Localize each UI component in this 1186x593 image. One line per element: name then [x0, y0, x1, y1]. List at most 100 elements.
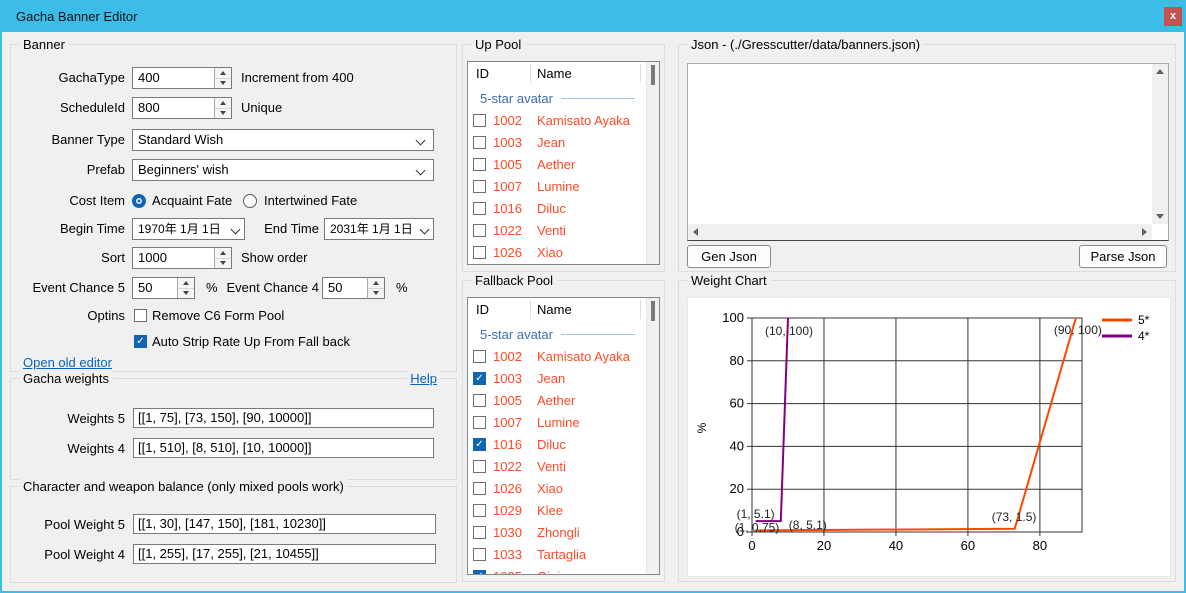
column-header-name[interactable]: Name: [537, 298, 572, 322]
pool-weight5-input[interactable]: [[1, 30], [147, 150], [181, 10230]]: [133, 514, 436, 534]
pool-item-row[interactable]: ✓1003Jean: [468, 368, 659, 390]
title-bar[interactable]: Gacha Banner Editor x: [0, 0, 1186, 32]
list-body: 1002Kamisato Ayaka1003Jean1005Aether1007…: [468, 110, 659, 264]
column-header-name[interactable]: Name: [537, 62, 572, 86]
weights5-input[interactable]: [[1, 75], [73, 150], [90, 10000]]: [133, 408, 434, 428]
scrollbar[interactable]: [646, 62, 659, 264]
item-checkbox[interactable]: [473, 136, 486, 149]
auto-strip-checkbox[interactable]: ✓: [134, 335, 147, 348]
acquaint-fate-radio[interactable]: [132, 194, 146, 208]
schedule-id-spinner[interactable]: 800: [132, 97, 232, 119]
banner-type-dropdown[interactable]: Standard Wish: [132, 129, 434, 151]
event-chance5-spinner[interactable]: 50: [132, 277, 195, 299]
item-checkbox[interactable]: [473, 416, 486, 429]
item-checkbox[interactable]: [473, 158, 486, 171]
item-checkbox[interactable]: [473, 180, 486, 193]
spin-up-button[interactable]: [368, 278, 384, 288]
item-checkbox[interactable]: [473, 224, 486, 237]
intertwined-fate-radio[interactable]: [243, 194, 257, 208]
pool-item-row[interactable]: 1002Kamisato Ayaka: [468, 346, 659, 368]
vertical-scrollbar[interactable]: [1152, 64, 1168, 224]
scroll-down-icon[interactable]: [1156, 214, 1164, 219]
spin-up-button[interactable]: [215, 98, 231, 108]
scroll-right-icon[interactable]: [1142, 228, 1147, 236]
pool-item-row[interactable]: ✓1035Qiqi: [468, 566, 659, 575]
gen-json-button[interactable]: Gen Json: [687, 245, 771, 268]
pool-item-row[interactable]: 1029Klee: [468, 500, 659, 522]
column-header-id[interactable]: ID: [476, 298, 489, 322]
item-checkbox-checked[interactable]: ✓: [473, 372, 486, 385]
item-id: 1007: [493, 176, 522, 198]
item-checkbox-checked[interactable]: ✓: [473, 438, 486, 451]
spin-up-button[interactable]: [215, 248, 231, 258]
pool-item-row[interactable]: 1033Tartaglia: [468, 544, 659, 566]
item-checkbox[interactable]: [473, 114, 486, 127]
pool-item-row[interactable]: 1022Venti: [468, 220, 659, 242]
weights4-input[interactable]: [[1, 510], [8, 510], [10, 10000]]: [133, 438, 434, 458]
open-old-editor-link[interactable]: Open old editor: [23, 355, 112, 370]
prefab-dropdown[interactable]: Beginners' wish: [132, 159, 434, 181]
fallback-pool-list[interactable]: ID Name 5-star avatar 1002Kamisato Ayaka…: [467, 297, 660, 575]
event-chance4-spinner[interactable]: 50: [322, 277, 385, 299]
item-checkbox[interactable]: [473, 394, 486, 407]
pool-weight5-row: Pool Weight 5 [[1, 30], [147, 150], [181…: [19, 514, 448, 536]
item-checkbox-checked[interactable]: ✓: [473, 570, 486, 575]
pool-item-row[interactable]: 1007Lumine: [468, 176, 659, 198]
item-checkbox[interactable]: [473, 504, 486, 517]
scrollbar[interactable]: [646, 298, 659, 574]
sort-label: Sort: [19, 247, 125, 269]
column-header-id[interactable]: ID: [476, 62, 489, 86]
item-id: 1003: [493, 132, 522, 154]
pool-item-row[interactable]: ✓1016Diluc: [468, 434, 659, 456]
pool-item-row[interactable]: 1026Xiao: [468, 478, 659, 500]
json-text-content[interactable]: [689, 65, 1151, 223]
pool-item-row[interactable]: 1005Aether: [468, 154, 659, 176]
pool-item-row[interactable]: 1003Jean: [468, 132, 659, 154]
spin-down-button[interactable]: [215, 78, 231, 89]
pool-item-row[interactable]: 1022Venti: [468, 456, 659, 478]
pool-item-row[interactable]: 1016Diluc: [468, 198, 659, 220]
end-time-picker[interactable]: 2031年 1月 1日: [324, 218, 434, 240]
scroll-left-icon[interactable]: [693, 228, 698, 236]
help-link[interactable]: Help: [407, 371, 440, 386]
scrollbar-thumb[interactable]: [651, 65, 655, 85]
item-id: 1005: [493, 390, 522, 412]
json-textarea[interactable]: [687, 63, 1169, 241]
spin-down-button[interactable]: [215, 108, 231, 119]
parse-json-button[interactable]: Parse Json: [1079, 245, 1167, 268]
pool-item-row[interactable]: 1007Lumine: [468, 412, 659, 434]
spin-up-button[interactable]: [215, 68, 231, 78]
gacha-type-spinner[interactable]: 400: [132, 67, 232, 89]
horizontal-scrollbar[interactable]: [688, 224, 1152, 240]
spin-up-button[interactable]: [178, 278, 194, 288]
gacha-type-value: 400: [133, 68, 214, 88]
remove-c6-checkbox[interactable]: [134, 309, 147, 322]
item-id: 1016: [493, 198, 522, 220]
item-checkbox[interactable]: [473, 460, 486, 473]
acquaint-fate-label: Acquaint Fate: [152, 190, 232, 212]
item-id: 1002: [493, 110, 522, 132]
up-pool-list[interactable]: ID Name 5-star avatar 1002Kamisato Ayaka…: [467, 61, 660, 265]
scrollbar-thumb[interactable]: [651, 301, 655, 321]
item-checkbox[interactable]: [473, 202, 486, 215]
pool-item-row[interactable]: 1005Aether: [468, 390, 659, 412]
spin-down-button[interactable]: [368, 288, 384, 299]
sort-spinner[interactable]: 1000: [132, 247, 232, 269]
begin-time-label: Begin Time: [19, 218, 125, 240]
item-checkbox[interactable]: [473, 482, 486, 495]
pool-item-row[interactable]: 1030Zhongli: [468, 522, 659, 544]
pool-weight4-input[interactable]: [[1, 255], [17, 255], [21, 10455]]: [133, 544, 436, 564]
item-checkbox[interactable]: [473, 548, 486, 561]
list-header[interactable]: ID Name: [468, 62, 659, 86]
item-checkbox[interactable]: [473, 246, 486, 259]
list-header[interactable]: ID Name: [468, 298, 659, 322]
spin-down-button[interactable]: [178, 288, 194, 299]
item-name: Kamisato Ayaka: [537, 346, 630, 368]
scroll-up-icon[interactable]: [1156, 69, 1164, 74]
pool-item-row[interactable]: 1026Xiao: [468, 242, 659, 264]
close-button[interactable]: x: [1164, 7, 1182, 26]
pool-item-row[interactable]: 1002Kamisato Ayaka: [468, 110, 659, 132]
item-checkbox[interactable]: [473, 350, 486, 363]
spin-down-button[interactable]: [215, 258, 231, 269]
item-checkbox[interactable]: [473, 526, 486, 539]
